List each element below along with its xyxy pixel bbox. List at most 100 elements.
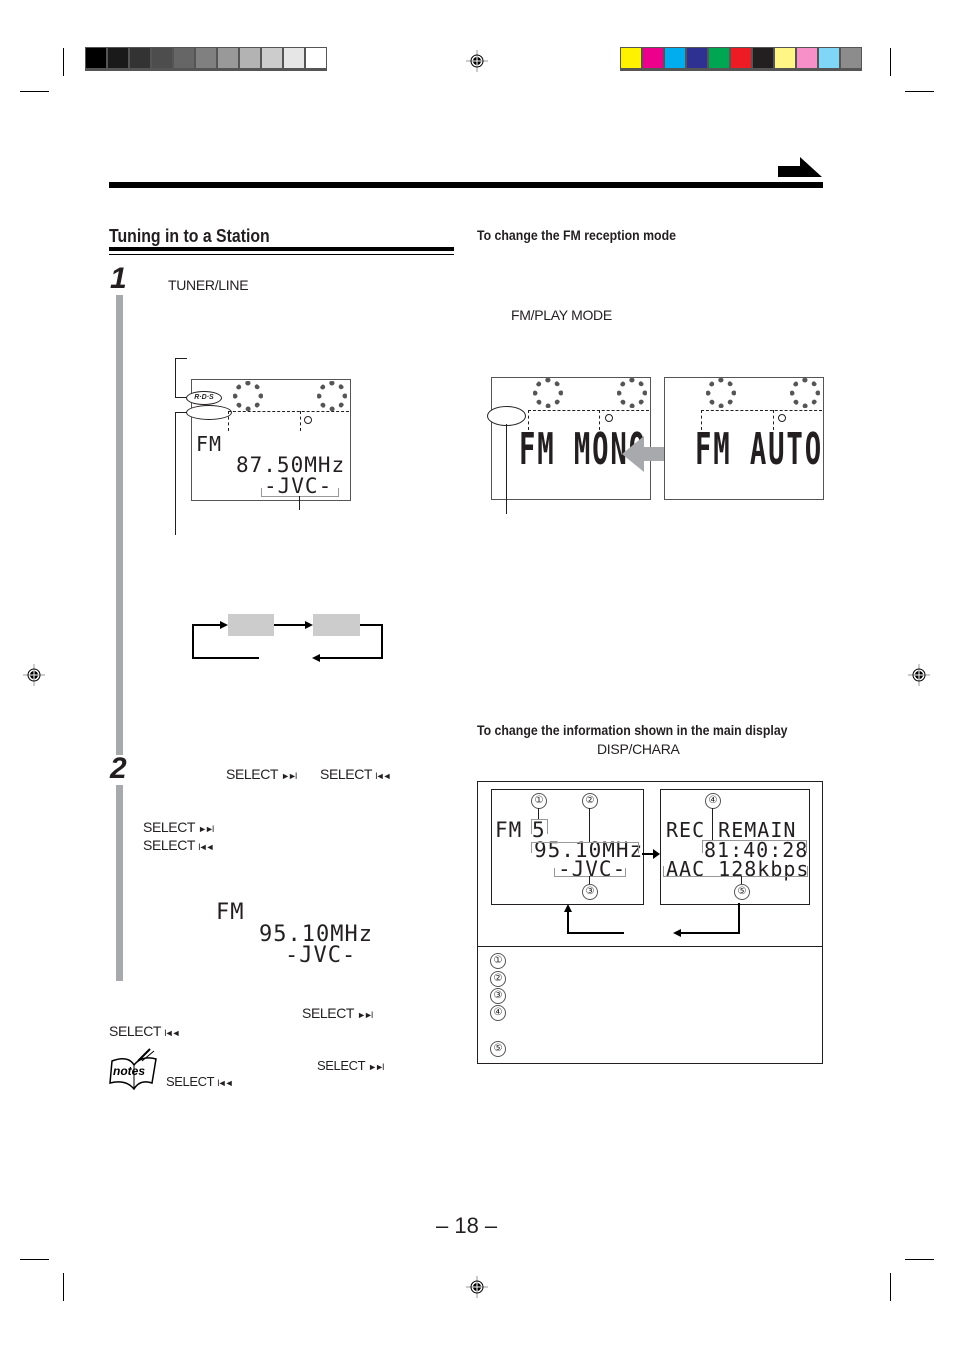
calibration-swatch	[687, 48, 707, 68]
select-next-button-label: SELECT ►►I	[317, 1058, 385, 1073]
crop-mark	[905, 91, 934, 92]
calibration-swatch	[709, 48, 729, 68]
callout-1: ①	[531, 793, 547, 809]
select-prev-button-label: SELECT I◄◄	[109, 1023, 180, 1039]
calibration-swatch	[196, 48, 216, 68]
tuner-line-button-label: TUNER/LINE	[168, 277, 249, 293]
dashed-segment	[528, 410, 649, 411]
legend-callout-5: ⑤	[490, 1041, 506, 1057]
fm-play-mode-button-label: FM/PLAY MODE	[511, 307, 612, 323]
registration-mark-icon	[466, 1276, 488, 1298]
format-bracket	[663, 866, 808, 877]
callout-3: ③	[582, 884, 598, 900]
disp-chara-button-label: DISP/CHARA	[597, 741, 680, 757]
lcd-band: FM	[196, 432, 223, 456]
select-label: SELECT	[320, 766, 373, 782]
skip-prev-icon: I◄◄	[164, 1028, 180, 1038]
calibration-swatch	[797, 48, 817, 68]
select-prev-button-label: SELECT I◄◄	[143, 837, 214, 853]
speaker-indicator-icon	[617, 378, 647, 408]
crop-mark	[890, 48, 891, 76]
callout-4: ④	[705, 793, 721, 809]
crop-mark	[20, 1259, 49, 1260]
lcd-fm-auto-text: FM AUTO	[695, 424, 823, 475]
crop-mark	[20, 91, 49, 92]
speaker-indicator-icon	[317, 381, 347, 411]
legend-callout-1: ①	[490, 953, 506, 969]
callout-2: ②	[582, 793, 598, 809]
skip-prev-icon: I◄◄	[198, 842, 214, 852]
calibration-swatch	[130, 48, 150, 68]
indicator-oval	[487, 406, 526, 426]
crop-mark	[63, 1273, 64, 1301]
callout-line	[589, 876, 590, 884]
skip-next-icon: ►►I	[198, 824, 214, 834]
main-display-heading: To change the information shown in the m…	[477, 722, 788, 738]
calibration-swatch	[819, 48, 839, 68]
preset-bracket	[531, 819, 548, 834]
callout-line	[175, 358, 176, 398]
next-display-arrow	[642, 849, 660, 859]
calibration-swatch	[643, 48, 663, 68]
calibration-swatch	[240, 48, 260, 68]
select-label: SELECT	[317, 1058, 366, 1073]
section-title-rule-thin	[109, 254, 454, 255]
select-prev-button-label: SELECT I◄◄	[166, 1074, 234, 1089]
select-label: SELECT	[109, 1023, 162, 1039]
crop-mark	[905, 1259, 934, 1260]
calibration-swatch	[284, 48, 304, 68]
clock-icon	[778, 414, 786, 422]
crop-mark	[63, 48, 64, 76]
step-bar	[116, 785, 123, 981]
select-next-button-label: SELECT ►►I	[143, 819, 214, 835]
lcd-station-name: -JVC-	[285, 943, 357, 968]
callout-line	[741, 876, 742, 884]
step-bar	[116, 295, 123, 755]
color-calibration-bar	[620, 47, 862, 71]
indicator-oval	[186, 405, 232, 420]
calibration-swatch	[152, 48, 172, 68]
section-title-rule	[109, 247, 454, 251]
skip-next-icon: ►►I	[281, 771, 297, 781]
lcd-band: FM	[216, 900, 245, 925]
skip-next-icon: ►►I	[357, 1010, 373, 1020]
skip-next-icon: ►►I	[368, 1062, 384, 1072]
arrow-right-icon	[778, 157, 822, 177]
clock-icon	[605, 414, 613, 422]
callout-line	[175, 412, 176, 535]
grayscale-calibration-bar	[85, 47, 327, 71]
calibration-swatch	[731, 48, 751, 68]
dashed-segment	[701, 410, 822, 411]
speaker-indicator-icon	[706, 378, 736, 408]
select-label: SELECT	[143, 819, 196, 835]
calibration-swatch	[218, 48, 238, 68]
calibration-swatch	[306, 48, 326, 68]
calibration-swatch	[262, 48, 282, 68]
registration-mark-icon	[466, 50, 488, 72]
select-next-button-label: SELECT ►►I	[226, 766, 297, 782]
callout-line	[299, 496, 300, 510]
skip-prev-icon: I◄◄	[375, 771, 391, 781]
station-bracket	[261, 488, 339, 497]
calibration-swatch	[108, 48, 128, 68]
calibration-swatch	[753, 48, 773, 68]
frequency-bracket	[531, 842, 639, 853]
loop-back-arrow	[564, 903, 740, 937]
calibration-swatch	[665, 48, 685, 68]
callout-line	[175, 358, 187, 359]
dashed-segment	[228, 411, 229, 431]
registration-mark-icon	[23, 664, 45, 686]
callout-5: ⑤	[734, 884, 750, 900]
step-number: 2	[110, 752, 127, 785]
calibration-swatch	[775, 48, 795, 68]
speaker-indicator-icon	[233, 381, 263, 411]
time-bracket	[702, 840, 807, 853]
legend-callout-2: ②	[490, 971, 506, 987]
callout-line	[506, 424, 507, 514]
fm-mode-heading: To change the FM reception mode	[477, 227, 676, 243]
select-prev-button-label: SELECT I◄◄	[320, 766, 391, 782]
lcd-band: FM	[495, 818, 523, 842]
notes-icon: notes	[109, 1048, 157, 1091]
select-label: SELECT	[143, 837, 196, 853]
legend-callout-3: ③	[490, 988, 506, 1004]
